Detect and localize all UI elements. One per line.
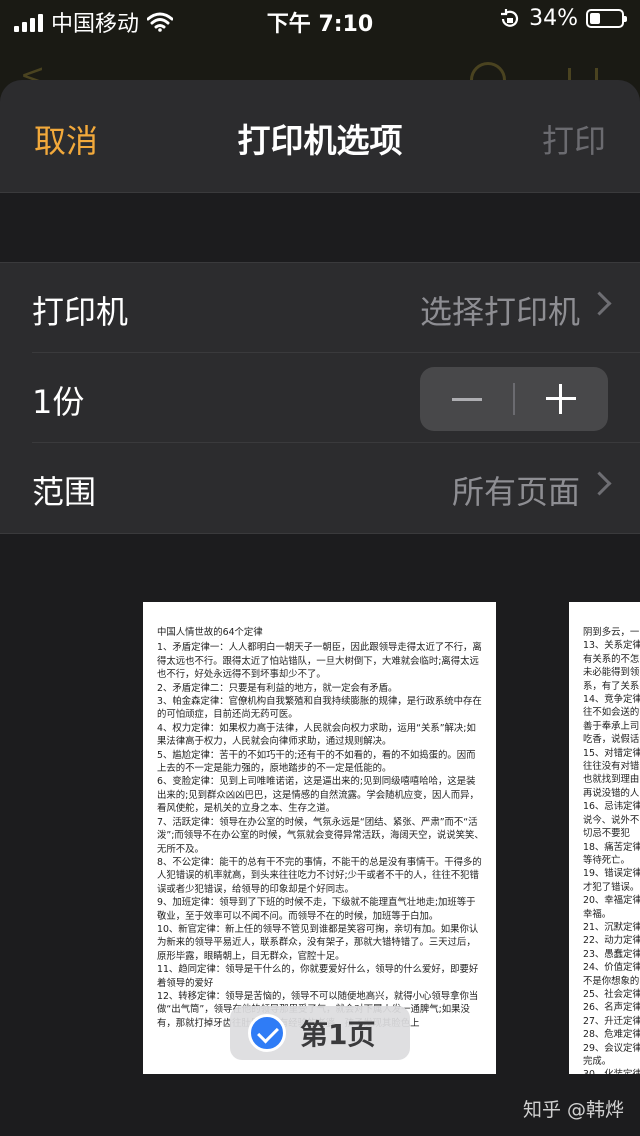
battery-percent: 34% (529, 6, 578, 31)
options-group: 打印机 选择打印机 1份 范围 所有页面 (0, 262, 640, 534)
rotation-lock-icon (501, 8, 519, 27)
printer-row[interactable]: 打印机 选择打印机 (0, 263, 640, 353)
status-bar: 中国移动 下午 7:10 34% (0, 0, 640, 40)
page-1-text: 1、矛盾定律一：人人都明白一朝天子一朝臣，因此跟领导走得太近了不行，离得太远也不… (157, 642, 484, 1029)
page-number-label: 第1页 (300, 1018, 376, 1051)
page-selection-badge[interactable]: 第1页 (230, 1006, 410, 1060)
plus-icon (546, 384, 576, 414)
increment-button[interactable] (514, 367, 608, 431)
decrement-button[interactable] (420, 367, 514, 431)
checkmark-icon (248, 1014, 286, 1052)
copies-label: 1份 (32, 383, 85, 421)
printer-value: 选择打印机 (419, 293, 580, 331)
preview-page-1[interactable]: 中国人情世故的64个定律 1、矛盾定律一：人人都明白一朝天子一朝臣，因此跟领导走… (143, 602, 496, 1074)
printer-label: 打印机 (32, 293, 129, 331)
page-2-text: 阴到多云，一 13、关系定律 有关系的不怎 未必能得到领 系，有了关系 14、竞… (583, 627, 640, 1074)
preview-page-2[interactable]: 阴到多云，一 13、关系定律 有关系的不怎 未必能得到领 系，有了关系 14、竞… (569, 602, 640, 1074)
copies-stepper (420, 367, 608, 431)
watermark: 知乎 @韩烨 (522, 1099, 624, 1121)
chevron-right-icon (587, 291, 612, 316)
print-button[interactable]: 打印 (542, 116, 606, 162)
chevron-right-icon (587, 471, 612, 496)
battery-icon (586, 9, 627, 28)
copies-row: 1份 (0, 353, 640, 443)
minus-icon (452, 397, 482, 401)
range-row[interactable]: 范围 所有页面 (0, 443, 640, 533)
page-1-title: 中国人情世故的64个定律 (157, 627, 263, 638)
navigation-bar: 取消 打印机选项 打印 (0, 80, 640, 193)
range-value: 所有页面 (451, 473, 580, 511)
range-label: 范围 (32, 473, 97, 511)
